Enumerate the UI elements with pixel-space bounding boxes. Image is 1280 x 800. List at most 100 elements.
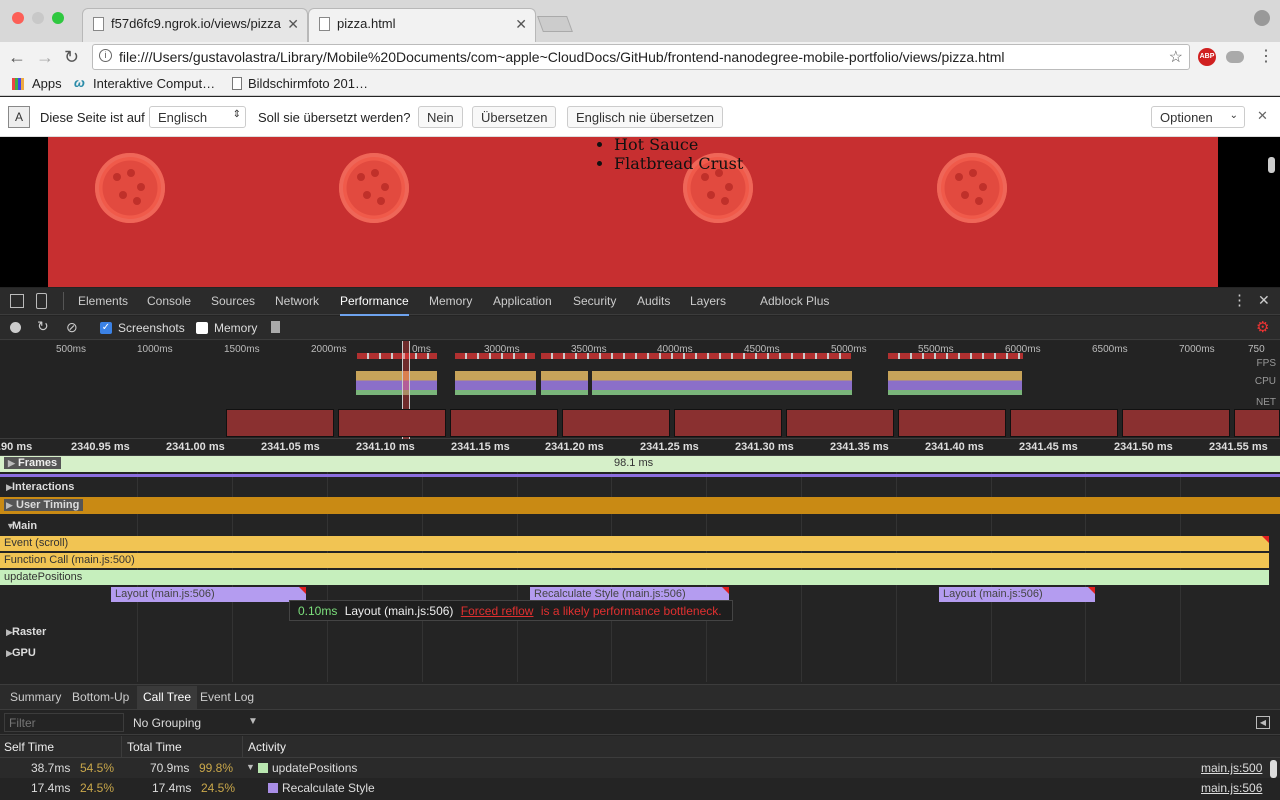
profile-icon[interactable] [1254, 10, 1270, 26]
ruler-tick: 2341.45 ms [1019, 441, 1078, 453]
self-time: 38.7ms [31, 761, 71, 775]
bookmark-apps[interactable]: Apps [32, 76, 62, 91]
ingredient-list: Hot Sauce Flatbread Crust [614, 135, 743, 173]
flame-update-positions[interactable]: updatePositions [0, 570, 1269, 585]
browser-tab-2[interactable]: pizza.html ✕ [308, 8, 536, 42]
dropdown-triangle-icon: ▼ [248, 716, 258, 727]
more-icon[interactable]: ⋮ [1232, 291, 1247, 309]
page-scrollbar[interactable] [1268, 157, 1275, 173]
ruler-tick: 2341.05 ms [261, 441, 320, 453]
source-link[interactable]: main.js:506 [1201, 781, 1262, 795]
source-link[interactable]: main.js:500 [1201, 761, 1262, 775]
flame-function-call[interactable]: Function Call (main.js:500) [0, 553, 1269, 568]
tab-elements[interactable]: Elements [78, 294, 128, 308]
expand-icon[interactable]: ▶ [8, 458, 18, 469]
translate-question: Soll sie übersetzt werden? [258, 110, 411, 125]
main-label: Main [12, 520, 38, 532]
info-icon[interactable]: i [99, 49, 112, 62]
inspect-icon[interactable] [10, 294, 24, 308]
cpu-label: CPU [1254, 376, 1276, 387]
memory-checkbox[interactable] [196, 322, 208, 334]
address-bar[interactable]: i file:///Users/gustavolastra/Library/Mo… [92, 44, 1190, 70]
tab-application[interactable]: Application [493, 294, 552, 308]
browser-tab-1[interactable]: f57d6fc9.ngrok.io/views/pizza ✕ [82, 8, 308, 42]
tab-performance[interactable]: Performance [340, 294, 409, 316]
maximize-window-button[interactable] [52, 12, 64, 24]
reload-profile-icon[interactable]: ↻ [37, 318, 49, 335]
flame-layout[interactable]: Layout (main.js:506) [111, 587, 306, 602]
tab-memory[interactable]: Memory [429, 294, 472, 308]
tab-layers[interactable]: Layers [690, 294, 726, 308]
expand-icon[interactable]: ▶ [0, 627, 13, 638]
table-scrollbar[interactable] [1270, 760, 1277, 778]
close-devtools-icon[interactable]: ✕ [1258, 292, 1270, 309]
frames-track[interactable]: ▶ Frames 98.1 ms [0, 456, 1280, 472]
no-button[interactable]: Nein [418, 106, 463, 128]
col-total-time[interactable]: Total Time [127, 740, 182, 754]
grouping-select[interactable]: No Grouping ▼ [133, 716, 258, 730]
bookmark-bildschirmfoto[interactable]: Bildschirmfoto 201… [248, 76, 368, 91]
settings-gear-icon[interactable]: ⚙ [1256, 318, 1269, 336]
trash-icon[interactable] [271, 321, 280, 333]
screenshots-checkbox[interactable]: ✓ [100, 322, 112, 334]
adblock-icon[interactable]: ABP [1198, 48, 1216, 66]
flame-event-scroll[interactable]: Event (scroll) [0, 536, 1269, 551]
close-window-button[interactable] [12, 12, 24, 24]
bookmark-interaktive[interactable]: Interaktive Comput… [93, 76, 215, 91]
new-tab-button[interactable] [537, 16, 573, 32]
gpu-track[interactable]: ▶GPU [0, 646, 1280, 662]
translate-button[interactable]: Übersetzen [472, 106, 557, 128]
never-translate-button[interactable]: Englisch nie übersetzen [567, 106, 724, 128]
star-icon[interactable]: ☆ [1168, 47, 1183, 67]
tab-summary[interactable]: Summary [10, 690, 61, 704]
expand-icon[interactable]: ▶ [0, 482, 13, 493]
fps-bar [455, 353, 535, 359]
table-row[interactable]: 38.7ms 54.5% 70.9ms 99.8% ▼ updatePositi… [0, 758, 1280, 778]
collapse-icon[interactable]: ▼ [0, 521, 15, 531]
user-timing-track[interactable]: ▶ User Timing [0, 497, 1280, 514]
ruler-tick: 2341.25 ms [640, 441, 699, 453]
tab-network[interactable]: Network [275, 294, 319, 308]
tab-adblock-plus[interactable]: Adblock Plus [760, 294, 829, 308]
minimize-window-button[interactable] [32, 12, 44, 24]
flame-layout[interactable]: Layout (main.js:506) [939, 587, 1095, 602]
expand-icon[interactable]: ▶ [4, 500, 16, 511]
menu-icon[interactable]: ⋮ [1258, 46, 1274, 66]
close-icon[interactable]: ✕ [1257, 108, 1268, 124]
tab-console[interactable]: Console [147, 294, 191, 308]
language-select[interactable]: Englisch ⇕ [149, 106, 246, 128]
tab-event-log[interactable]: Event Log [200, 690, 254, 704]
filter-bar: No Grouping ▼ ◀ [0, 711, 1280, 735]
interactions-track[interactable]: ▶Interactions [0, 478, 1280, 496]
tab-sources[interactable]: Sources [211, 294, 255, 308]
col-self-time[interactable]: Self Time [4, 740, 54, 754]
tab-security[interactable]: Security [573, 294, 616, 308]
forced-reflow-link[interactable]: Forced reflow [461, 604, 534, 618]
col-activity[interactable]: Activity [248, 740, 286, 754]
details-tabbar: Summary Bottom-Up Call Tree Event Log [0, 684, 1280, 710]
tab-bottom-up[interactable]: Bottom-Up [72, 690, 129, 704]
close-tab-icon[interactable]: ✕ [287, 16, 299, 33]
device-toolbar-icon[interactable] [36, 293, 47, 309]
forward-arrow-icon[interactable]: → [36, 47, 54, 68]
tab-call-tree[interactable]: Call Tree [137, 686, 198, 709]
collapse-icon[interactable]: ▼ [246, 762, 255, 772]
ruler-tick: 2341.20 ms [545, 441, 604, 453]
back-arrow-icon[interactable]: ← [8, 47, 26, 68]
main-track[interactable]: ▼Main [0, 519, 1280, 535]
filter-input[interactable] [4, 713, 124, 732]
toggle-sidebar-icon[interactable]: ◀ [1256, 716, 1270, 729]
close-tab-icon[interactable]: ✕ [515, 16, 527, 33]
tab-audits[interactable]: Audits [637, 294, 670, 308]
cloud-icon[interactable] [1226, 51, 1244, 63]
timeline-overview[interactable]: 500ms 1000ms 1500ms 2000ms 0ms 3000ms 35… [0, 341, 1280, 439]
list-item: Flatbread Crust [614, 154, 743, 173]
expand-icon[interactable]: ▶ [0, 648, 13, 659]
reload-icon[interactable]: ↻ [64, 47, 79, 68]
raster-track[interactable]: ▶Raster [0, 625, 1280, 641]
table-row[interactable]: 17.4ms 24.5% 17.4ms 24.5% Recalculate St… [0, 778, 1280, 798]
category-swatch [258, 763, 268, 773]
options-select[interactable]: Optionen ⌄ [1151, 106, 1245, 128]
record-icon[interactable] [10, 322, 21, 333]
clear-icon[interactable]: ⊘ [66, 319, 78, 336]
